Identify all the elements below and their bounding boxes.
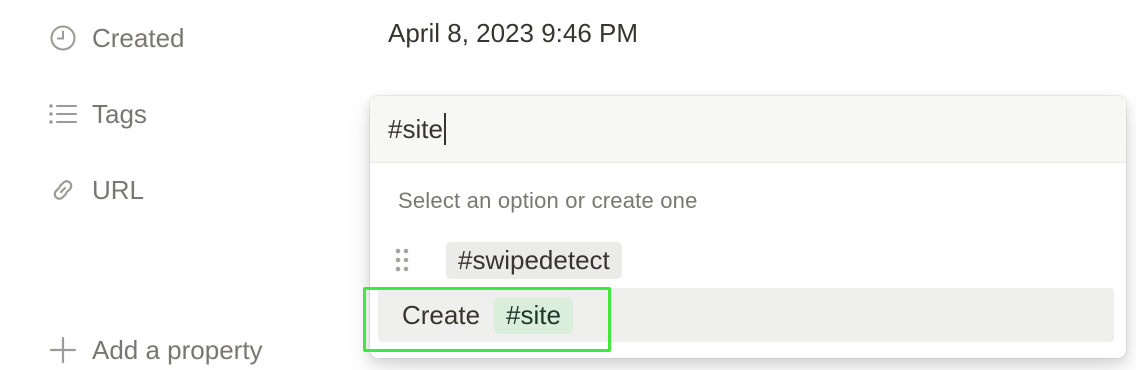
dropdown-hint: Select an option or create one <box>398 188 698 213</box>
property-row-tags[interactable]: Tags <box>48 94 147 134</box>
property-row-created[interactable]: Created <box>48 18 185 58</box>
link-icon <box>48 175 78 205</box>
tag-chip-swipedetect: #swipedetect <box>446 241 622 279</box>
clock-icon <box>48 23 78 53</box>
drag-handle-icon[interactable] <box>390 245 414 275</box>
add-property-button[interactable]: Add a property <box>48 330 263 370</box>
create-label: Create <box>402 299 481 330</box>
list-icon <box>48 99 78 129</box>
create-tag-option[interactable]: Create #site <box>378 288 1114 342</box>
add-property-label: Add a property <box>92 334 263 365</box>
created-value: April 8, 2023 9:46 PM <box>388 18 639 48</box>
tag-search-value: #site <box>388 113 443 144</box>
property-row-url[interactable]: URL <box>48 170 144 210</box>
plus-icon <box>48 335 78 365</box>
tag-option[interactable]: #swipedetect <box>390 240 622 280</box>
property-label-created: Created <box>92 22 185 53</box>
text-caret <box>443 113 446 145</box>
tags-dropdown: #site Select an option or create one #sw… <box>370 96 1126 358</box>
new-tag-chip: #site <box>494 296 573 334</box>
tag-search-input[interactable]: #site <box>370 96 1126 163</box>
property-label-tags: Tags <box>92 98 147 129</box>
property-label-url: URL <box>92 174 145 205</box>
